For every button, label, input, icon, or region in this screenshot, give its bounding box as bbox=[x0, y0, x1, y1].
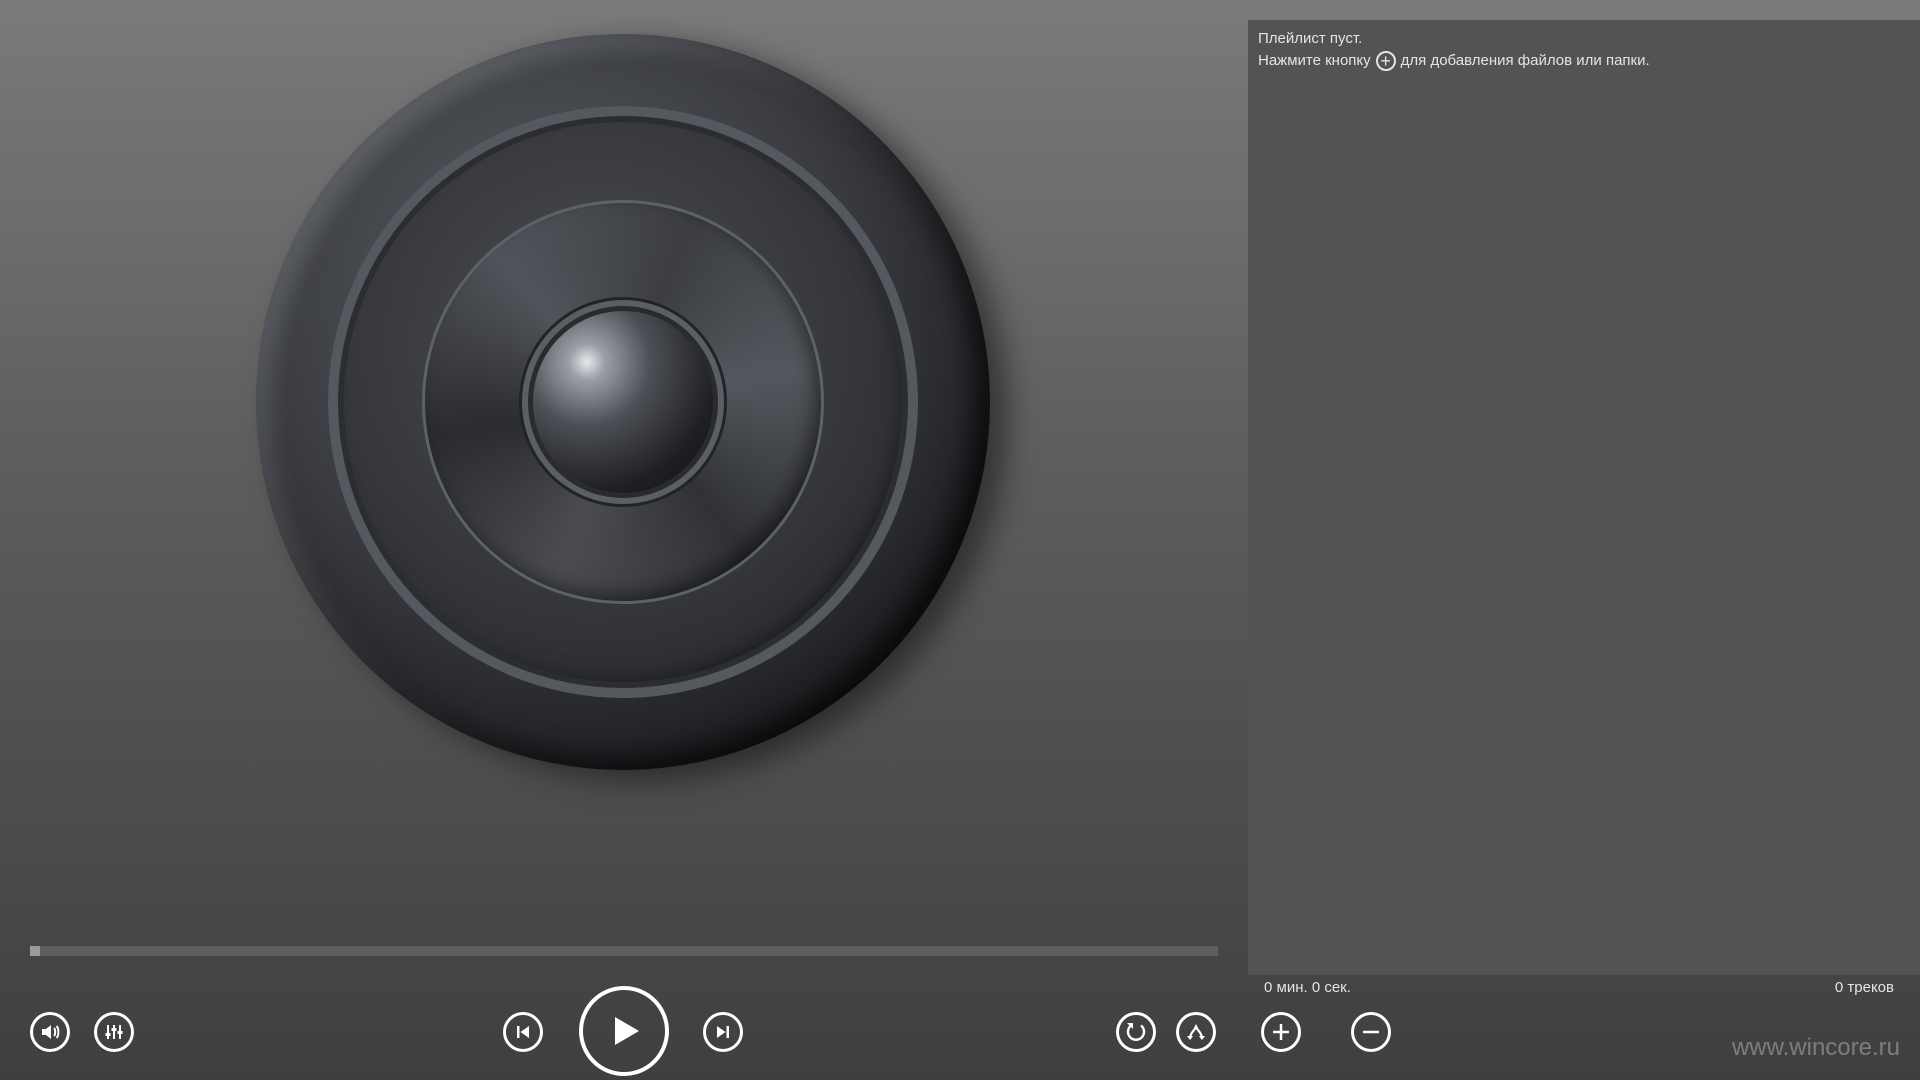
previous-track-icon bbox=[517, 1026, 529, 1038]
shuffle-button[interactable] bbox=[1176, 1012, 1216, 1052]
playlist-hint-before: Нажмите кнопку bbox=[1258, 52, 1371, 69]
previous-button[interactable] bbox=[503, 1012, 543, 1052]
remove-icon bbox=[1363, 1030, 1379, 1034]
speaker-cone bbox=[422, 200, 824, 604]
shuffle-icon bbox=[1187, 1024, 1205, 1040]
next-track-icon bbox=[717, 1026, 729, 1038]
add-button[interactable] bbox=[1261, 1012, 1301, 1052]
speaker-dome bbox=[533, 311, 713, 493]
equalizer-icon bbox=[105, 1025, 123, 1039]
speaker-dome-ring bbox=[528, 306, 718, 498]
playlist-track-count: 0 треков bbox=[1834, 979, 1894, 996]
playlist-total-time: 0 мин. 0 сек. bbox=[1264, 979, 1351, 996]
equalizer-button[interactable] bbox=[94, 1012, 134, 1052]
play-button[interactable] bbox=[579, 986, 669, 1076]
speaker-surround bbox=[328, 106, 918, 698]
play-icon bbox=[615, 1017, 639, 1045]
volume-icon bbox=[42, 1025, 60, 1039]
plus-circle-icon: + bbox=[1375, 51, 1396, 71]
volume-button[interactable] bbox=[30, 1012, 70, 1052]
seek-bar[interactable] bbox=[30, 946, 1218, 956]
repeat-icon bbox=[1126, 1023, 1146, 1041]
seek-thumb[interactable] bbox=[30, 946, 40, 956]
playlist-panel[interactable]: Плейлист пуст. Нажмите кнопку + для доба… bbox=[1248, 20, 1920, 975]
playlist-empty-message: Плейлист пуст. bbox=[1258, 30, 1363, 47]
playlist-hint-after: для добавления файлов или папки. bbox=[1400, 52, 1650, 69]
next-button[interactable] bbox=[703, 1012, 743, 1052]
add-icon bbox=[1273, 1024, 1289, 1040]
repeat-button[interactable] bbox=[1116, 1012, 1156, 1052]
watermark: www.wincore.ru bbox=[1731, 1034, 1900, 1061]
remove-button[interactable] bbox=[1351, 1012, 1391, 1052]
speaker-artwork bbox=[256, 34, 990, 770]
playlist-hint: Нажмите кнопку + для добавления файлов и… bbox=[1258, 51, 1650, 71]
